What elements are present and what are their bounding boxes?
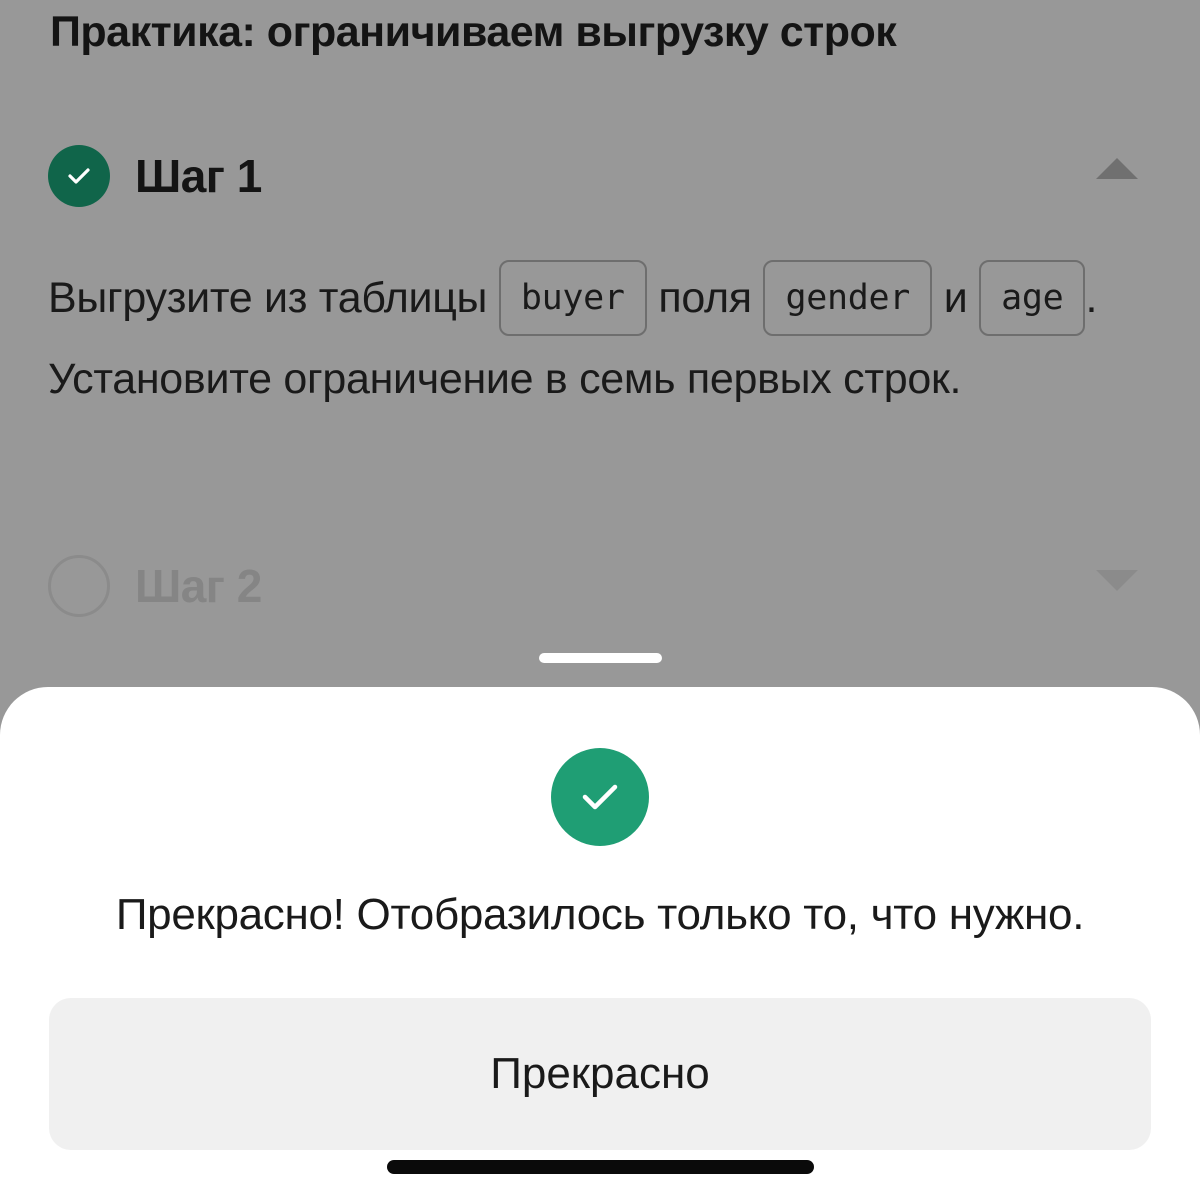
step-1-description: Выгрузите из таблицы buyer поля gender и…	[48, 258, 1158, 419]
code-chip-table: buyer	[498, 259, 647, 336]
success-message: Прекрасно! Отобразилось только то, что н…	[115, 890, 1085, 939]
step-text-part: поля	[658, 274, 752, 322]
step-1-header[interactable]: Шаг 1	[48, 144, 1148, 208]
code-chip-field-age: age	[979, 259, 1086, 336]
confirm-button[interactable]: Прекрасно	[49, 998, 1151, 1150]
step-text-part: и	[943, 274, 968, 322]
result-bottom-sheet: Прекрасно! Отобразилось только то, что н…	[0, 687, 1200, 1200]
home-indicator[interactable]	[387, 1160, 814, 1174]
check-circle-icon	[48, 145, 110, 207]
step-2-label: Шаг 2	[135, 560, 262, 612]
sheet-drag-handle[interactable]	[539, 653, 662, 663]
check-circle-icon	[551, 748, 649, 846]
chevron-up-icon[interactable]	[1096, 158, 1138, 179]
step-1-label: Шаг 1	[135, 150, 262, 202]
page-title: Практика: ограничиваем выгрузку строк	[50, 8, 897, 56]
chevron-down-icon[interactable]	[1096, 570, 1138, 591]
step-text-part: Выгрузите из таблицы	[48, 274, 488, 322]
step-2-header[interactable]: Шаг 2	[48, 554, 1148, 618]
code-chip-field-gender: gender	[763, 259, 933, 336]
empty-circle-icon	[48, 555, 110, 617]
